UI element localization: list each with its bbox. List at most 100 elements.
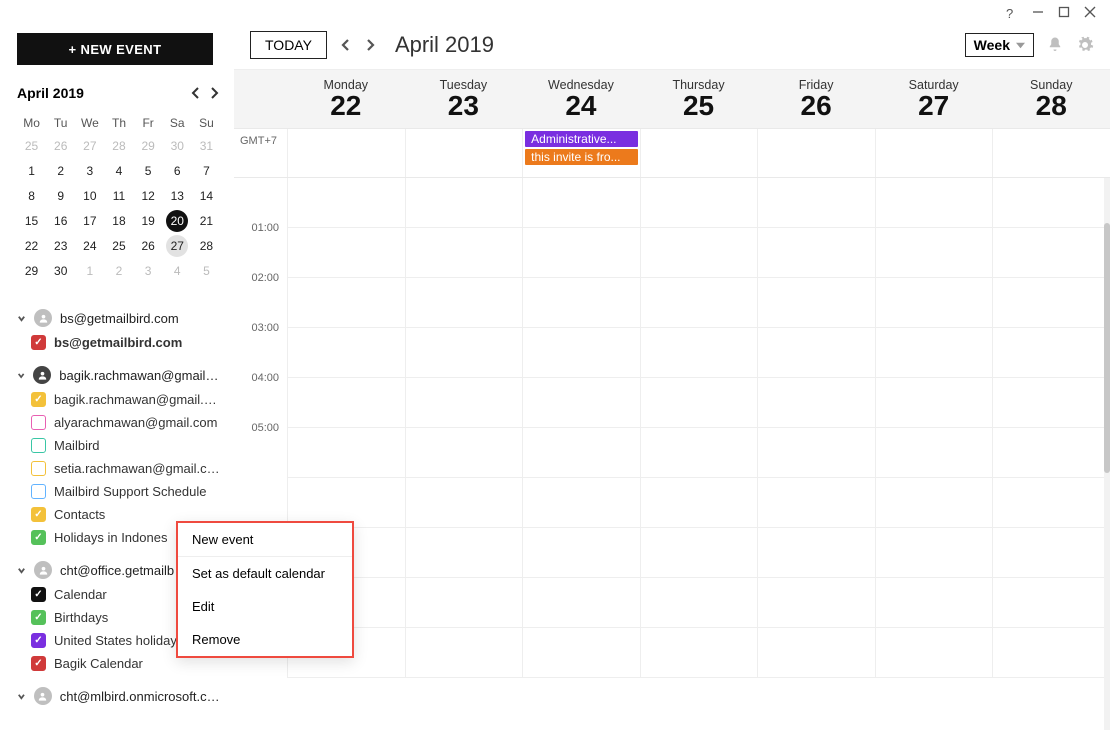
allday-cell[interactable]	[640, 129, 758, 177]
maximize-icon[interactable]	[1058, 6, 1070, 18]
allday-event[interactable]: Administrative...	[525, 131, 638, 147]
day-header[interactable]: Saturday27	[875, 70, 993, 128]
mini-day-cell[interactable]: 14	[192, 183, 221, 208]
mini-day-cell[interactable]: 1	[17, 158, 46, 183]
calendar-checkbox[interactable]	[31, 438, 46, 453]
week-next-icon[interactable]	[363, 38, 377, 52]
week-prev-icon[interactable]	[339, 38, 353, 52]
mini-day-cell[interactable]: 30	[46, 258, 75, 283]
calendar-checkbox[interactable]	[31, 610, 46, 625]
calendar-item[interactable]: Mailbird Support Schedule	[17, 480, 220, 503]
view-dropdown[interactable]: Week	[965, 33, 1034, 57]
mini-day-cell[interactable]: 10	[75, 183, 104, 208]
account-header[interactable]: bagik.rachmawan@gmail.com	[17, 362, 220, 388]
close-icon[interactable]	[1084, 6, 1096, 18]
calendar-item[interactable]: Mailbird	[17, 434, 220, 457]
mini-day-cell[interactable]: 3	[75, 158, 104, 183]
account-header[interactable]: cht@mlbird.onmicrosoft.com	[17, 683, 220, 709]
calendar-checkbox[interactable]	[31, 587, 46, 602]
mini-day-cell[interactable]: 30	[163, 133, 192, 158]
context-menu-item[interactable]: Set as default calendar	[178, 557, 352, 590]
mini-day-cell[interactable]: 2	[104, 258, 133, 283]
day-header[interactable]: Tuesday23	[405, 70, 523, 128]
calendar-checkbox[interactable]	[31, 461, 46, 476]
mini-day-cell[interactable]: 28	[192, 233, 221, 258]
mini-day-cell[interactable]: 27	[75, 133, 104, 158]
scrollbar-track[interactable]	[1104, 178, 1110, 730]
mini-day-cell[interactable]: 21	[192, 208, 221, 233]
mini-day-cell[interactable]: 27	[163, 233, 192, 258]
calendar-checkbox[interactable]	[31, 335, 46, 350]
mini-day-cell[interactable]: 2	[46, 158, 75, 183]
minimize-icon[interactable]	[1032, 6, 1044, 18]
new-event-button[interactable]: + NEW EVENT	[17, 33, 213, 65]
day-header[interactable]: Thursday25	[640, 70, 758, 128]
calendar-checkbox[interactable]	[31, 484, 46, 499]
mini-day-cell[interactable]: 11	[104, 183, 133, 208]
allday-cell[interactable]	[992, 129, 1110, 177]
today-button[interactable]: TODAY	[250, 31, 327, 59]
mini-day-cell[interactable]: 26	[134, 233, 163, 258]
mini-day-cell[interactable]: 5	[134, 158, 163, 183]
mini-day-cell[interactable]: 7	[192, 158, 221, 183]
allday-event[interactable]: this invite is fro...	[525, 149, 638, 165]
mini-day-cell[interactable]: 29	[134, 133, 163, 158]
mini-day-cell[interactable]: 17	[75, 208, 104, 233]
mini-day-cell[interactable]: 4	[104, 158, 133, 183]
allday-cell[interactable]	[287, 129, 405, 177]
mini-day-cell[interactable]: 19	[134, 208, 163, 233]
mini-day-cell[interactable]: 26	[46, 133, 75, 158]
day-header[interactable]: Sunday28	[992, 70, 1110, 128]
mini-day-cell[interactable]: 23	[46, 233, 75, 258]
mini-day-cell[interactable]: 31	[192, 133, 221, 158]
mini-day-cell[interactable]: 1	[75, 258, 104, 283]
account-header[interactable]: bs@getmailbird.com	[17, 305, 220, 331]
mini-day-cell[interactable]: 5	[192, 258, 221, 283]
mini-day-cell[interactable]: 24	[75, 233, 104, 258]
day-header[interactable]: Monday22	[287, 70, 405, 128]
calendar-item[interactable]: alyarachmawan@gmail.com	[17, 411, 220, 434]
calendar-checkbox[interactable]	[31, 530, 46, 545]
mini-day-cell[interactable]: 9	[46, 183, 75, 208]
context-menu-item[interactable]: Remove	[178, 623, 352, 656]
mini-day-cell[interactable]: 15	[17, 208, 46, 233]
scrollbar-thumb[interactable]	[1104, 223, 1110, 473]
gear-icon[interactable]	[1076, 36, 1094, 54]
context-menu-item[interactable]: Edit	[178, 590, 352, 623]
mini-day-cell[interactable]: 20	[163, 208, 192, 233]
mini-day-cell[interactable]: 13	[163, 183, 192, 208]
calendar-checkbox[interactable]	[31, 507, 46, 522]
mini-next-icon[interactable]	[208, 87, 220, 99]
calendar-checkbox[interactable]	[31, 392, 46, 407]
allday-cell[interactable]	[405, 129, 523, 177]
bell-icon[interactable]	[1046, 36, 1064, 54]
allday-cell[interactable]: Administrative... this invite is fro...	[522, 129, 640, 177]
calendar-item[interactable]: bs@getmailbird.com	[17, 331, 220, 354]
mini-day-cell[interactable]: 3	[134, 258, 163, 283]
help-icon[interactable]: ?	[1006, 6, 1018, 18]
allday-cell[interactable]	[875, 129, 993, 177]
mini-day-cell[interactable]: 18	[104, 208, 133, 233]
calendar-checkbox[interactable]	[31, 415, 46, 430]
mini-day-cell[interactable]: 22	[17, 233, 46, 258]
time-grid[interactable]: 01:0002:0003:0004:0005:0009:00	[234, 178, 1110, 730]
mini-day-cell[interactable]: 28	[104, 133, 133, 158]
calendar-checkbox[interactable]	[31, 656, 46, 671]
context-menu-item[interactable]: New event	[178, 523, 352, 556]
mini-day-cell[interactable]: 6	[163, 158, 192, 183]
day-header[interactable]: Wednesday24	[522, 70, 640, 128]
mini-day-cell[interactable]: 25	[17, 133, 46, 158]
mini-day-cell[interactable]: 8	[17, 183, 46, 208]
mini-day-cell[interactable]: 25	[104, 233, 133, 258]
calendar-checkbox[interactable]	[31, 633, 46, 648]
mini-day-cell[interactable]: 12	[134, 183, 163, 208]
mini-prev-icon[interactable]	[190, 87, 202, 99]
mini-day-cell[interactable]: 29	[17, 258, 46, 283]
calendar-item[interactable]: setia.rachmawan@gmail.com	[17, 457, 220, 480]
mini-day-cell[interactable]: 4	[163, 258, 192, 283]
day-header[interactable]: Friday26	[757, 70, 875, 128]
calendar-item[interactable]: bagik.rachmawan@gmail.com	[17, 388, 220, 411]
calendar-label: setia.rachmawan@gmail.com	[54, 461, 220, 476]
allday-cell[interactable]	[757, 129, 875, 177]
mini-day-cell[interactable]: 16	[46, 208, 75, 233]
